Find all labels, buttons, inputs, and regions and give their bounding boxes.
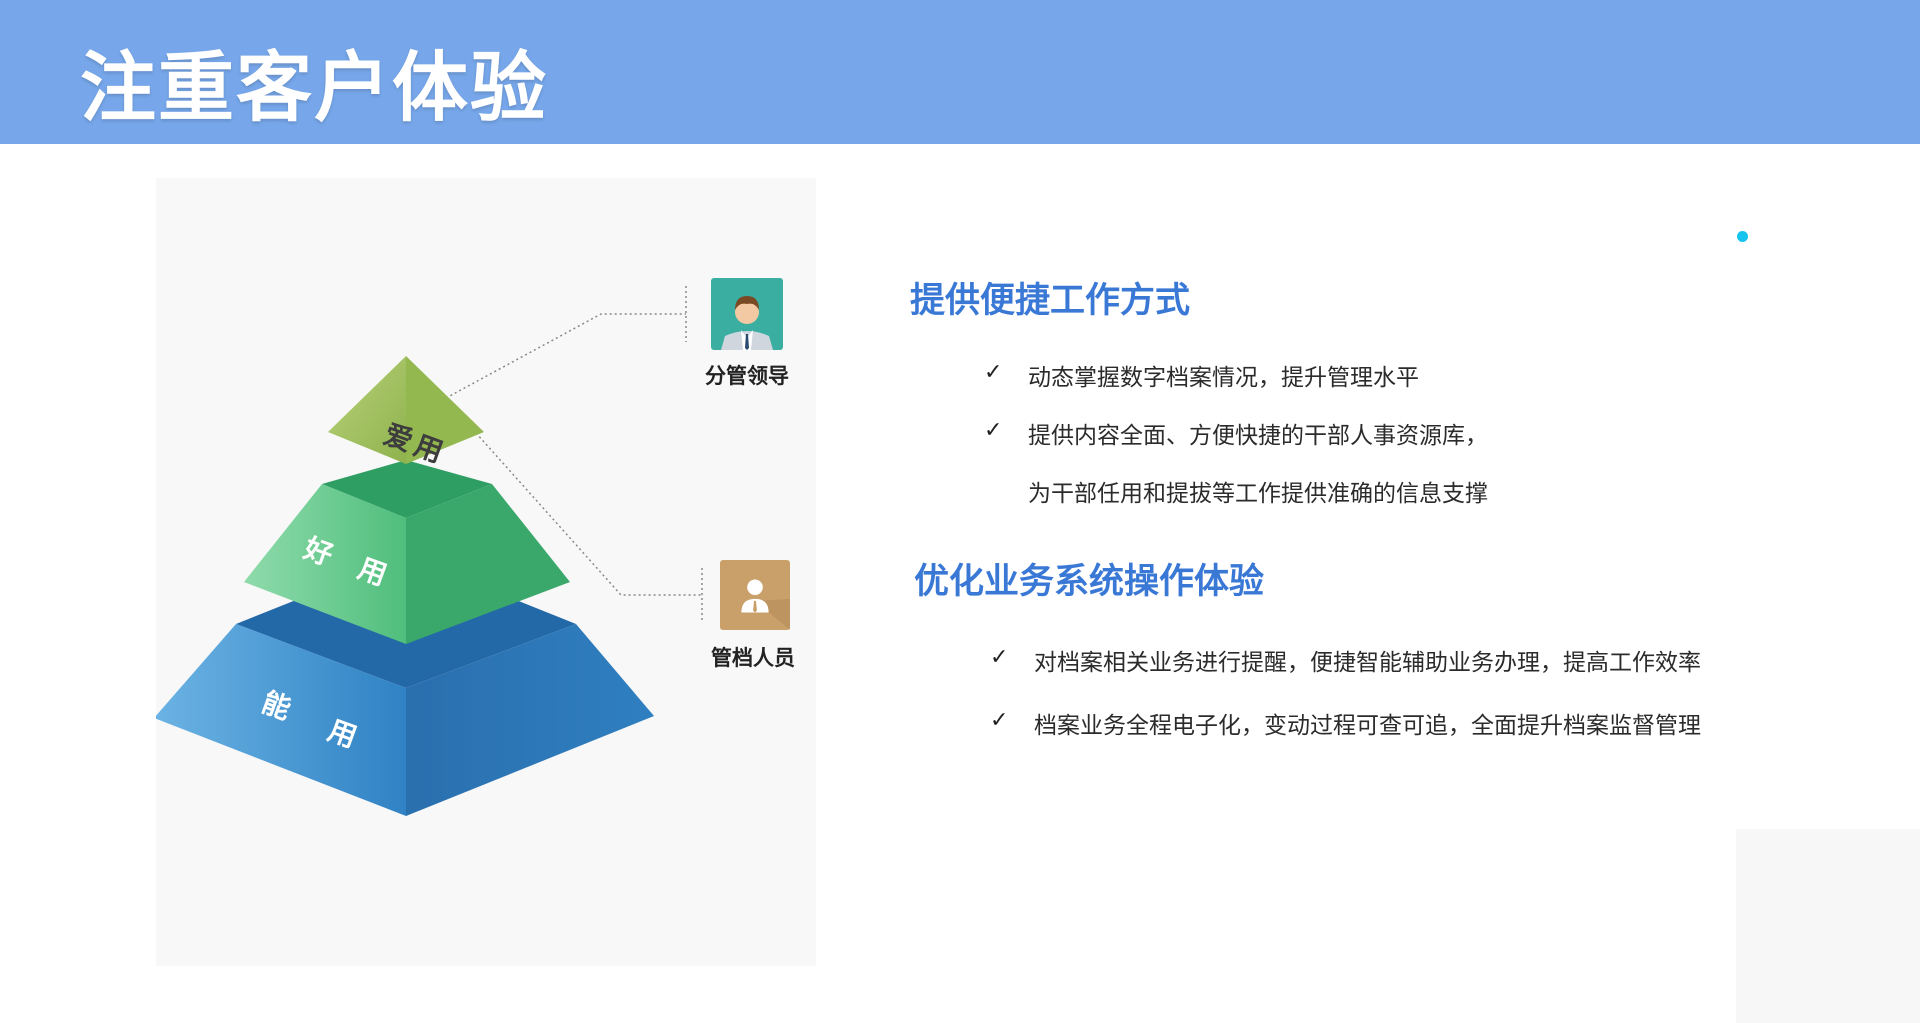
role-label-staff: 管档人员 <box>711 646 795 670</box>
list-item: 为干部任用和提拔等工作提供准确的信息支撑 <box>1028 481 1488 507</box>
check-icon: ✓ <box>984 360 1003 385</box>
page-title: 注重客户体验 <box>80 43 548 132</box>
connector-line-leader <box>445 313 686 399</box>
list-item: 档案业务全程电子化，变动过程可查可追，全面提升档案监督管理 <box>1034 713 1701 739</box>
corner-decoration <box>1736 829 1920 1023</box>
role-label-leader: 分管领导 <box>705 364 789 388</box>
check-icon: ✓ <box>990 708 1009 733</box>
list-item: 提供内容全面、方便快捷的干部人事资源库， <box>1028 423 1488 449</box>
leader-avatar-icon <box>711 278 783 350</box>
list-item: 对档案相关业务进行提醒，便捷智能辅助业务办理，提高工作效率 <box>1034 650 1701 676</box>
list-item: 动态掌握数字档案情况，提升管理水平 <box>1028 365 1419 391</box>
staff-avatar-icon <box>720 560 790 630</box>
section-title-optimize: 优化业务系统操作体验 <box>914 562 1265 602</box>
header-banner: 注重客户体验 <box>0 0 1920 144</box>
accent-dot <box>1737 231 1748 242</box>
check-icon: ✓ <box>984 418 1003 443</box>
pyramid-panel: 爱用 好 用 能 用 分管领导 管档人员 <box>156 178 816 966</box>
check-icon: ✓ <box>990 645 1009 670</box>
section-title-convenient: 提供便捷工作方式 <box>910 281 1191 321</box>
